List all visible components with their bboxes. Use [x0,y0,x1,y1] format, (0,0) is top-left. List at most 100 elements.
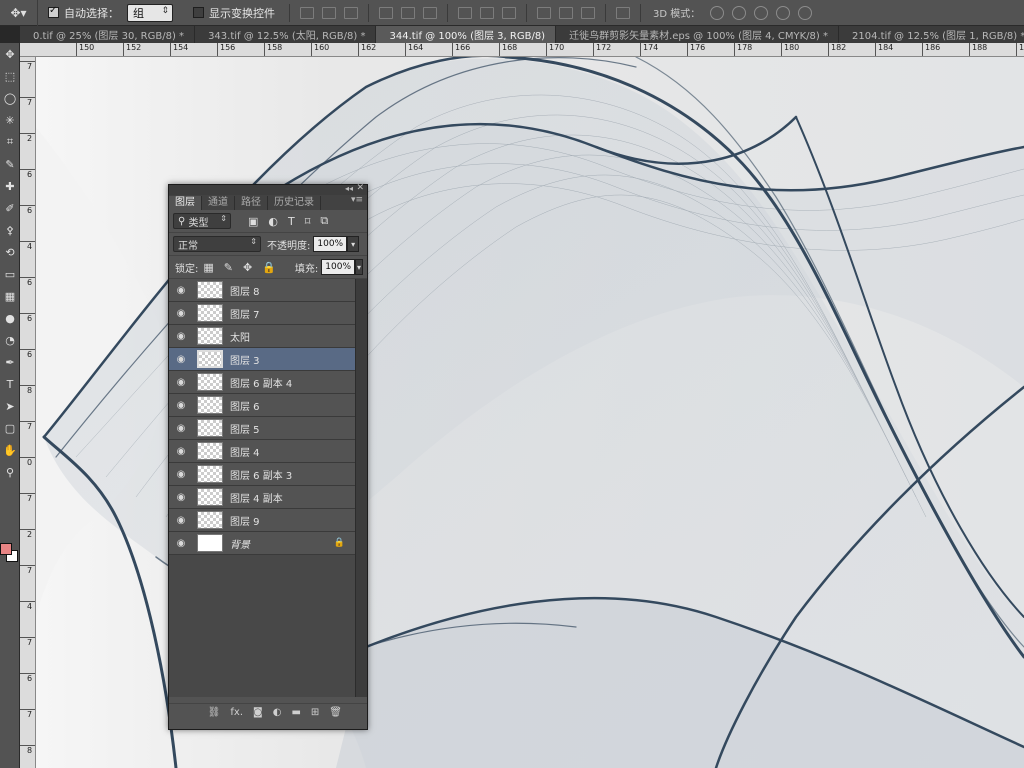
document-tab[interactable]: 344.tif @ 100% (图层 3, RGB/8) [376,26,557,43]
layer-name[interactable]: 图层 6 副本 3 [230,467,292,482]
document-tab[interactable]: 迁徙鸟群剪影矢量素材.eps @ 100% (图层 4, CMYK/8) * [556,26,839,43]
document-tab[interactable]: 343.tif @ 12.5% (太阳, RGB/8) * [195,26,377,43]
panel-titlebar[interactable]: ◂◂ ✕ [169,183,367,195]
layer-name[interactable]: 图层 3 [230,352,260,367]
scale-3d-icon[interactable] [798,5,813,20]
layer-thumbnail[interactable] [197,442,223,460]
document-tab[interactable]: 2104.tif @ 12.5% (图层 1, RGB/8) * [839,26,1024,43]
zoom-tool-icon[interactable]: ⚲ [0,461,20,483]
visibility-eye-icon[interactable]: ◉ [169,377,193,388]
layer-row[interactable]: ◉ 背景 🔒 [169,532,355,555]
adjustment-layer-icon[interactable]: ◐ [273,707,282,718]
delete-layer-icon[interactable]: 🗑 [329,707,342,718]
magic-wand-icon[interactable]: ✳ [0,109,20,131]
tab-channels[interactable]: 通道 [202,196,235,210]
blend-mode-dropdown[interactable]: 正常 [173,236,261,252]
layer-row[interactable]: ◉ 图层 5 [169,417,355,440]
distribute-right-icon[interactable] [581,6,595,19]
clone-stamp-icon[interactable]: ⚴ [0,219,20,241]
lock-position-icon[interactable]: ✥ [243,261,252,274]
layer-name[interactable]: 图层 5 [230,421,260,436]
layer-name[interactable]: 图层 9 [230,513,260,528]
filter-smart-object-icon[interactable]: ⧉ [320,214,328,228]
layer-row[interactable]: ◉ 图层 6 [169,394,355,417]
visibility-eye-icon[interactable]: ◉ [169,492,193,503]
opacity-slider-toggle[interactable]: ▾ [347,236,360,252]
distribute-vcenter-icon[interactable] [480,6,494,19]
eraser-icon[interactable]: ▭ [0,263,20,285]
layer-name[interactable]: 图层 4 [230,444,260,459]
layer-row[interactable]: ◉ 图层 4 副本 [169,486,355,509]
layer-thumbnail[interactable] [197,465,223,483]
slide-3d-icon[interactable] [776,5,791,20]
visibility-eye-icon[interactable]: ◉ [169,308,193,319]
layer-name[interactable]: 图层 7 [230,306,260,321]
layer-name[interactable]: 背景 [230,536,250,551]
layer-thumbnail[interactable] [197,373,223,391]
filter-pixel-icon[interactable]: ▣ [248,215,258,228]
lock-all-icon[interactable]: 🔒 [262,261,276,274]
visibility-eye-icon[interactable]: ◉ [169,285,193,296]
layer-thumbnail[interactable] [197,281,223,299]
visibility-eye-icon[interactable]: ◉ [169,400,193,411]
document-tab[interactable]: 0.tif @ 25% (图层 30, RGB/8) * [20,26,196,43]
visibility-eye-icon[interactable]: ◉ [169,446,193,457]
collapse-panel-icon[interactable]: ◂◂ [345,184,353,193]
layer-row[interactable]: ◉ 图层 8 [169,279,355,302]
align-top-icon[interactable] [300,6,314,19]
align-right-icon[interactable] [423,6,437,19]
layer-row[interactable]: ◉ 图层 6 副本 3 [169,463,355,486]
layer-row[interactable]: ◉ 图层 9 [169,509,355,532]
distribute-hcenter-icon[interactable] [559,6,573,19]
layer-row[interactable]: ◉ 图层 6 副本 4 [169,371,355,394]
auto-select-checkbox[interactable] [48,5,59,18]
path-select-icon[interactable]: ➤ [0,395,20,417]
history-brush-icon[interactable]: ⟲ [0,241,20,263]
type-tool-icon[interactable]: T [0,373,20,395]
lock-image-icon[interactable]: ✎ [224,261,233,274]
layer-name[interactable]: 图层 8 [230,283,260,298]
tab-paths[interactable]: 路径 [235,196,268,210]
blur-icon[interactable]: ● [0,307,20,329]
layer-row[interactable]: ◉ 图层 3 [169,348,355,371]
filter-type-icon[interactable]: T [288,215,295,228]
distribute-bottom-icon[interactable] [502,6,516,19]
layer-name[interactable]: 图层 6 副本 4 [230,375,292,390]
layer-thumbnail[interactable] [197,350,223,368]
fill-input[interactable]: 100% [321,259,356,275]
layer-name[interactable]: 太阳 [230,329,250,344]
layer-thumbnail[interactable] [197,534,223,552]
filter-kind-dropdown[interactable]: ⚲ 类型 [173,213,231,229]
tab-layers[interactable]: 图层 [169,196,202,210]
align-bottom-icon[interactable] [344,6,358,19]
layer-thumbnail[interactable] [197,511,223,529]
dodge-icon[interactable]: ◔ [0,329,20,351]
new-group-icon[interactable]: ▬ [291,707,300,718]
layer-row[interactable]: ◉ 图层 7 [169,302,355,325]
layer-thumbnail[interactable] [197,304,223,322]
move-tool-preset-picker[interactable]: ✥▾ [0,0,38,26]
opacity-input[interactable]: 100% [313,236,348,252]
layer-thumbnail[interactable] [197,396,223,414]
visibility-eye-icon[interactable]: ◉ [169,354,193,365]
link-layers-icon[interactable]: ⛓ [208,707,221,718]
new-layer-icon[interactable]: ⊞ [311,707,319,718]
gradient-icon[interactable]: ▦ [0,285,20,307]
layer-name[interactable]: 图层 6 [230,398,260,413]
show-transform-checkbox[interactable] [193,7,204,18]
roll-3d-icon[interactable] [732,5,747,20]
visibility-eye-icon[interactable]: ◉ [169,469,193,480]
layer-row[interactable]: ◉ 图层 4 [169,440,355,463]
shape-tool-icon[interactable]: ▢ [0,417,20,439]
align-vcenter-icon[interactable] [322,6,336,19]
layer-style-icon[interactable]: fx. [230,707,243,718]
orbit-3d-icon[interactable] [710,5,725,20]
foreground-color-swatch[interactable] [0,543,12,555]
pen-tool-icon[interactable]: ✒ [0,351,20,373]
filter-shape-icon[interactable]: ⌑ [305,215,311,228]
auto-select-dropdown[interactable]: 组 [127,3,173,22]
visibility-eye-icon[interactable]: ◉ [169,423,193,434]
visibility-eye-icon[interactable]: ◉ [169,515,193,526]
crop-tool-icon[interactable]: ⌗ [0,131,20,153]
lasso-tool-icon[interactable]: ◯ [0,87,20,109]
